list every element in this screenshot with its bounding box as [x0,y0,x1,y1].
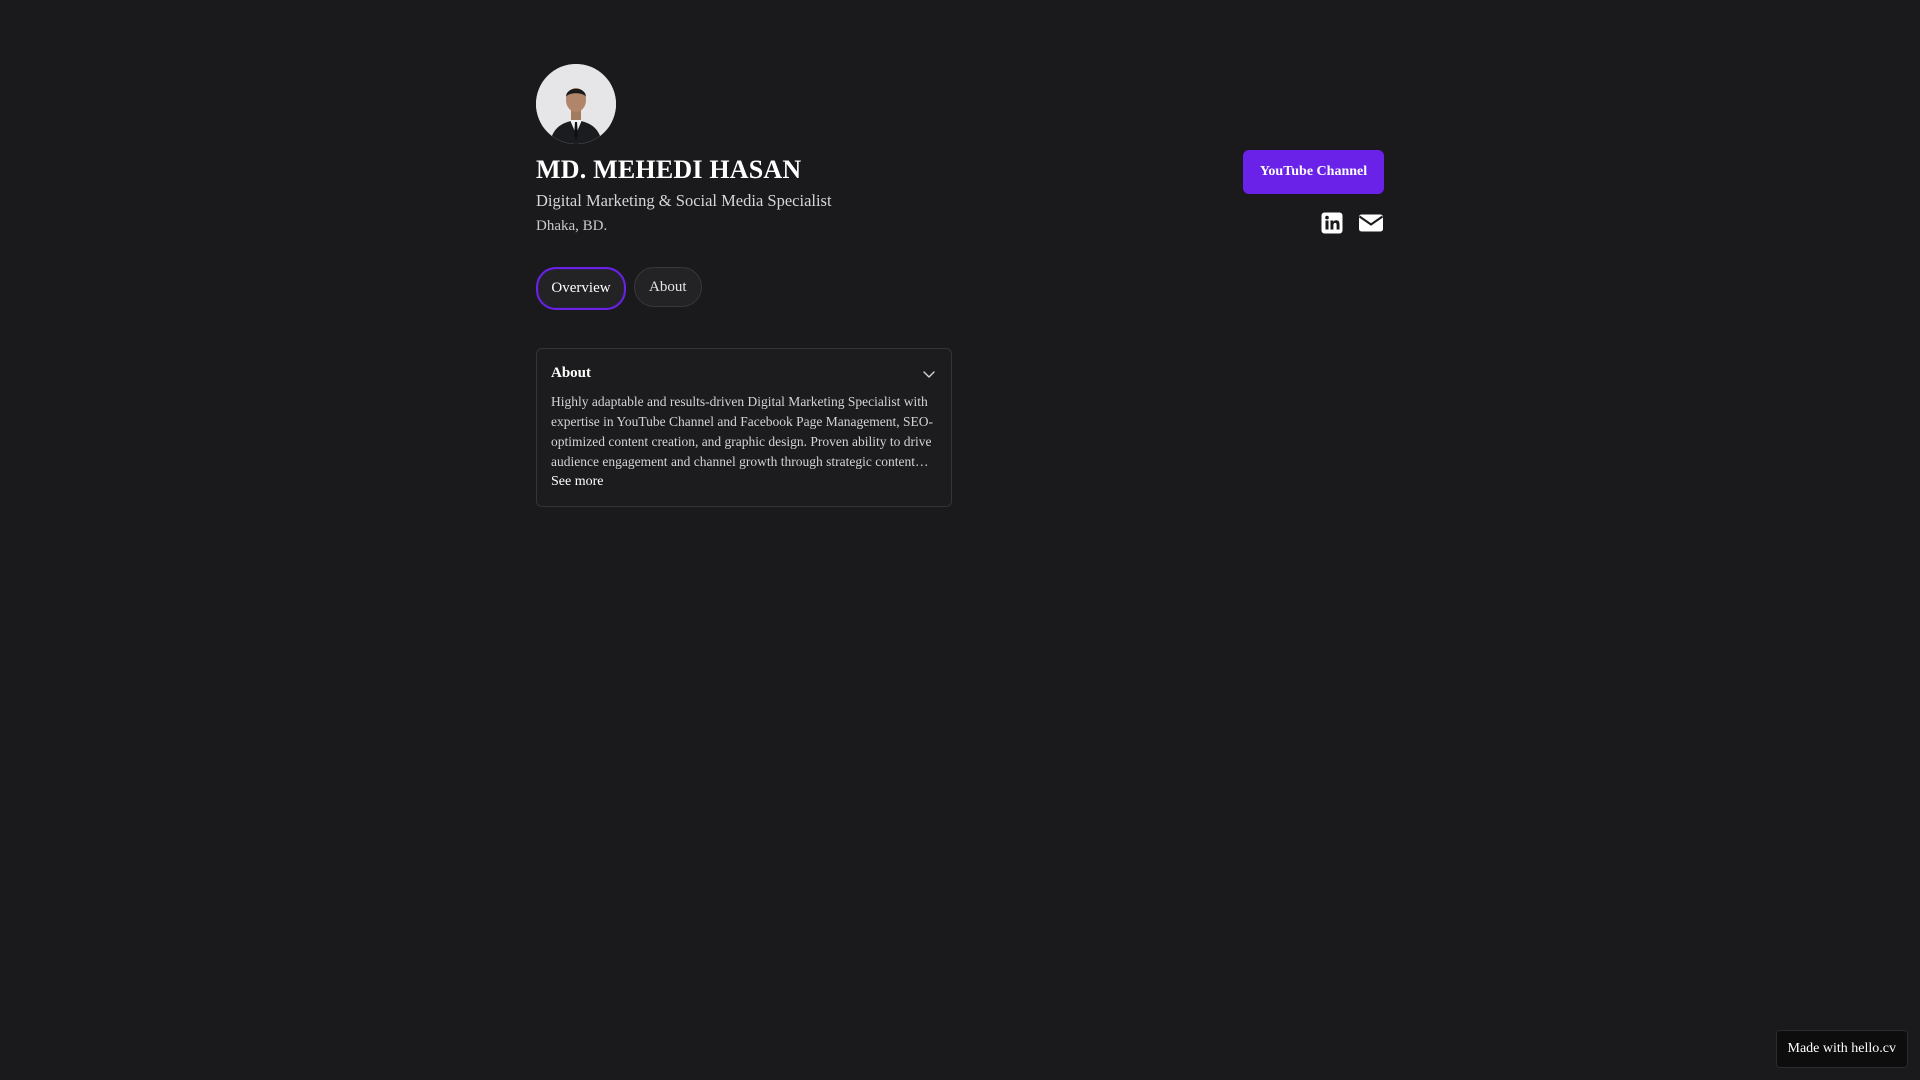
social-links [1320,211,1384,235]
profile-container: MD. MEHEDI HASAN Digital Marketing & Soc… [536,64,1384,507]
linkedin-link[interactable] [1320,211,1344,235]
made-with-hello-cv-badge[interactable]: Made with hello.cv [1775,1030,1908,1068]
profile-location: Dhaka, BD. [536,218,608,234]
envelope-icon [1358,214,1384,232]
see-more-link[interactable]: See more [551,472,603,492]
about-card: About Highly adaptable and results-drive… [536,348,952,507]
youtube-channel-button[interactable]: YouTube Channel [1243,150,1384,194]
avatar-photo [536,64,616,144]
tab-about[interactable]: About [634,267,702,307]
about-card-text: Highly adaptable and results-driven Digi… [551,394,933,469]
avatar [536,64,616,144]
email-link[interactable] [1358,211,1384,235]
about-card-header[interactable]: About [551,365,937,382]
linkedin-icon [1321,212,1343,234]
tab-overview[interactable]: Overview [536,267,626,310]
about-card-title: About [551,365,592,381]
profile-tabs: Overview About [536,267,1384,310]
chevron-down-icon[interactable] [921,366,937,382]
